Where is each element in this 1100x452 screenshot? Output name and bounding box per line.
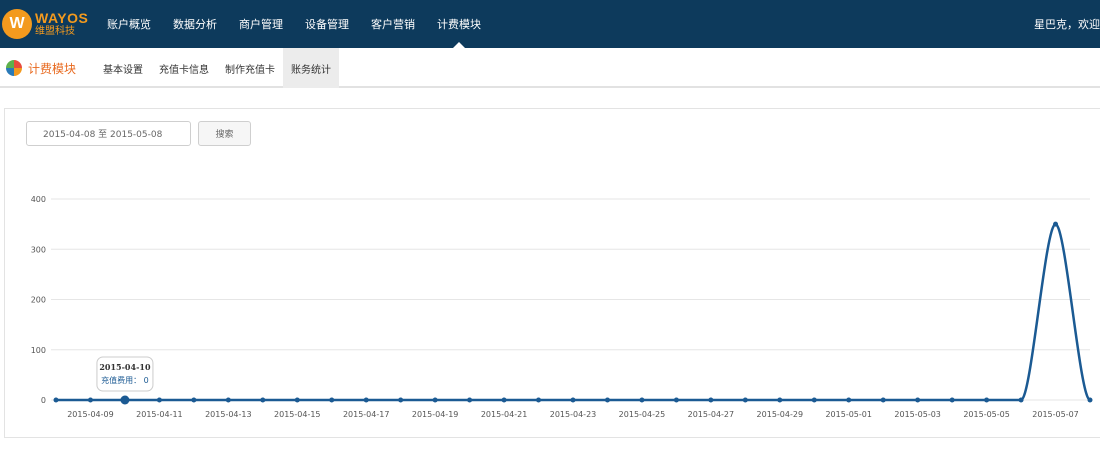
data-point (294, 397, 300, 403)
x-tick-label: 2015-04-13 (205, 410, 252, 419)
x-tick-label: 2015-04-21 (481, 410, 528, 419)
secondary-nav-bar: 计费模块 基本设置 充值卡信息 制作充值卡 账务统计 (0, 48, 1100, 88)
series-line (56, 222, 1092, 402)
data-point (156, 397, 162, 403)
data-point (880, 397, 886, 403)
data-point (639, 397, 645, 403)
main-nav: 账户概览 数据分析 商户管理 设备管理 客户营销 计费模块 (96, 0, 492, 48)
nav-device-management[interactable]: 设备管理 (294, 0, 360, 48)
x-tick-label: 2015-05-07 (1032, 410, 1079, 419)
data-point (53, 397, 59, 403)
data-point (742, 397, 748, 403)
tooltip-date: 2015-04-10 (99, 362, 151, 372)
user-greeting: 星巴克，欢迎 (1034, 18, 1100, 31)
subnav-basic-settings[interactable]: 基本设置 (95, 48, 151, 88)
nav-billing-module[interactable]: 计费模块 (426, 0, 492, 48)
data-point (536, 397, 542, 403)
x-tick-label: 2015-04-29 (757, 410, 804, 419)
data-point (1018, 397, 1024, 403)
data-point (811, 397, 817, 403)
tooltip-value: 充值费用： 0 (101, 375, 149, 385)
subnav-account-statistics[interactable]: 账务统计 (283, 48, 339, 88)
logo-brand: WAYOS (35, 10, 89, 26)
recharge-line-chart: 0 100 200 300 400 2015-04-09 2015-04-11 2015-04… (31, 195, 1093, 419)
nav-customer-marketing[interactable]: 客户营销 (360, 0, 426, 48)
subnav-make-card[interactable]: 制作充值卡 (217, 48, 283, 88)
data-point (191, 397, 197, 403)
module-heading: 计费模块 (6, 48, 76, 88)
y-tick-label: 0 (41, 396, 46, 405)
logo-mark-icon: W (2, 9, 32, 39)
sub-nav: 基本设置 充值卡信息 制作充值卡 账务统计 (95, 48, 339, 88)
x-tick-label: 2015-05-01 (825, 410, 872, 419)
x-tick-label: 2015-05-03 (894, 410, 941, 419)
nav-data-analysis[interactable]: 数据分析 (162, 0, 228, 48)
x-tick-label: 2015-04-27 (688, 410, 735, 419)
x-tick-label: 2015-04-25 (619, 410, 666, 419)
data-point (604, 397, 610, 403)
x-tick-label: 2015-04-09 (67, 410, 114, 419)
statistics-panel: 2015-04-08 至 2015-05-08 搜索 0 100 200 300 400… (4, 108, 1100, 438)
x-tick-label: 2015-04-19 (412, 410, 459, 419)
logo-subtitle: 维盟科技 (35, 26, 75, 37)
data-point (120, 395, 130, 405)
data-point (501, 397, 507, 403)
pie-chart-icon (6, 60, 22, 76)
data-point (225, 397, 231, 403)
data-point (432, 397, 438, 403)
y-tick-label: 100 (31, 346, 46, 355)
data-point (398, 397, 404, 403)
data-point (329, 397, 335, 403)
x-tick-label: 2015-04-15 (274, 410, 321, 419)
top-navigation-bar: W WAYOS 维盟科技 账户概览 数据分析 商户管理 设备管理 客户营销 计费… (0, 0, 1100, 48)
x-tick-label: 2015-04-23 (550, 410, 597, 419)
data-point (87, 397, 93, 403)
x-tick-label: 2015-04-11 (136, 410, 183, 419)
data-point (915, 397, 921, 403)
data-point (363, 397, 369, 403)
x-tick-label: 2015-05-05 (963, 410, 1010, 419)
nav-account-overview[interactable]: 账户概览 (96, 0, 162, 48)
subnav-card-info[interactable]: 充值卡信息 (151, 48, 217, 88)
data-point (260, 397, 266, 403)
y-tick-label: 200 (31, 296, 46, 305)
data-point (949, 397, 955, 403)
data-point (984, 397, 990, 403)
module-title: 计费模块 (28, 61, 77, 76)
nav-merchant-management[interactable]: 商户管理 (228, 0, 294, 48)
x-tick-label: 2015-04-17 (343, 410, 390, 419)
y-tick-label: 400 (31, 195, 46, 204)
data-point (708, 397, 714, 403)
y-tick-label: 300 (31, 245, 46, 254)
data-point (1087, 397, 1093, 403)
data-point (467, 397, 473, 403)
wayos-logo[interactable]: W WAYOS 维盟科技 (2, 8, 92, 40)
data-point (777, 397, 783, 403)
data-point (1053, 221, 1059, 227)
data-point (673, 397, 679, 403)
data-point (570, 397, 576, 403)
data-point (846, 397, 852, 403)
